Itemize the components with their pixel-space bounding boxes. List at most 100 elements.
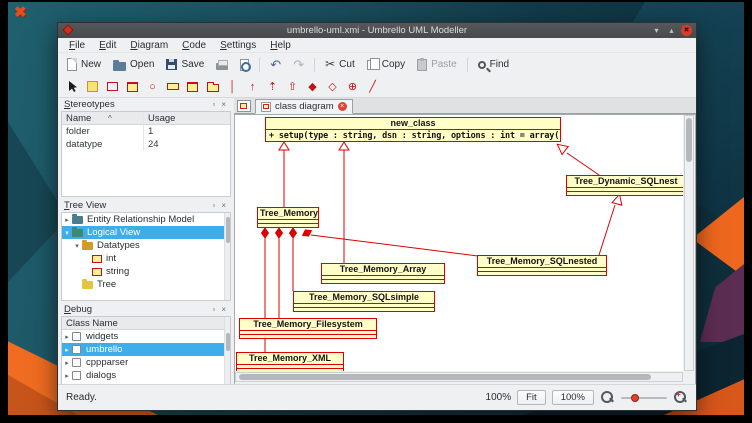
dependency-tool[interactable]: ⇡ [264, 79, 281, 95]
package-tool[interactable] [204, 79, 221, 95]
tree-item-string[interactable]: string [62, 265, 230, 278]
debug-item-umbrello[interactable]: ▸ umbrello [62, 343, 230, 356]
checkbox[interactable] [72, 345, 81, 354]
scrollbar-thumb[interactable] [239, 374, 651, 380]
class-name-header[interactable]: Class Name [62, 317, 230, 330]
copy-button[interactable]: Copy [362, 57, 410, 72]
debug-scrollbar[interactable] [224, 317, 230, 385]
tab-list-button[interactable] [237, 100, 251, 112]
tab-close-icon[interactable]: × [338, 102, 347, 111]
generalization-tool[interactable]: ⇧ [284, 79, 301, 95]
dock-float-icon[interactable]: ▫ [210, 201, 217, 210]
uml-class-tree-dynamic-sqlnest[interactable]: Tree_Dynamic_SQLnest [566, 175, 683, 196]
composition-tree-memory-sqlnested[interactable] [301, 228, 478, 256]
table-row[interactable]: folder 1 [62, 125, 230, 138]
fit-button[interactable]: Fit [517, 390, 546, 405]
uml-class-tree-memory-sqlsimple[interactable]: Tree_Memory_SQLsimple [293, 291, 435, 312]
menu-code[interactable]: Code [175, 40, 213, 51]
select-tool[interactable] [64, 79, 81, 95]
slider-handle[interactable] [631, 394, 639, 402]
directional-association-tool[interactable]: ↑ [244, 79, 261, 95]
stereotypes-dock-header[interactable]: Stereotypes ▫ × [61, 98, 231, 111]
maximize-button[interactable]: ▴ [666, 26, 677, 35]
box-tool[interactable] [104, 79, 121, 95]
association-tool[interactable]: │ [224, 79, 241, 95]
tree-view-dock-header[interactable]: Tree View ▫ × [61, 199, 231, 212]
aggregation-tool[interactable]: ◇ [324, 79, 341, 95]
table-row[interactable]: datatype 24 [62, 138, 230, 151]
horizontal-scrollbar[interactable] [235, 372, 683, 382]
debug-item-dialogs[interactable]: ▸ dialogs [62, 369, 230, 382]
titlebar[interactable]: umbrello-uml.xmi - Umbrello UML Modeller… [58, 23, 696, 38]
debug-item-widgets[interactable]: ▸ widgets [62, 330, 230, 343]
cut-button[interactable]: ✂ Cut [320, 56, 360, 73]
minimize-button[interactable]: ▾ [651, 26, 662, 35]
save-button[interactable]: Save [161, 57, 209, 72]
open-button[interactable]: Open [108, 57, 159, 73]
expander-icon[interactable]: ▸ [62, 333, 72, 341]
uml-class-tree-memory-xml[interactable]: Tree_Memory_XML [236, 352, 344, 371]
composition-tree-memory-filesystem[interactable] [276, 228, 283, 318]
scrollbar-thumb[interactable] [226, 217, 230, 243]
containment-tool[interactable]: ⊕ [344, 79, 361, 95]
interface-tool[interactable]: ○ [144, 79, 161, 95]
zoom-level-button[interactable]: 100% [552, 390, 594, 405]
class-tool[interactable] [124, 79, 141, 95]
tree-item-logical-view[interactable]: ▾ Logical View [62, 226, 230, 239]
tree-item-int[interactable]: int [62, 252, 230, 265]
zoom-slider[interactable] [621, 392, 667, 404]
tree-item-tree[interactable]: Tree [62, 278, 230, 291]
new-button[interactable]: New [62, 56, 106, 73]
dock-close-icon[interactable]: × [219, 100, 228, 109]
diagram-canvas[interactable]: new_class + setup(type : string, dsn : s… [235, 115, 683, 371]
tree-item-entity-relationship-model[interactable]: ▸ Entity Relationship Model [62, 213, 230, 226]
uml-class-tree-memory-sqlnested[interactable]: Tree_Memory_SQLnested [477, 255, 607, 276]
menu-settings[interactable]: Settings [213, 40, 263, 51]
tab-class-diagram[interactable]: class diagram × [255, 99, 353, 114]
dock-float-icon[interactable]: ▫ [210, 100, 217, 109]
dock-close-icon[interactable]: × [219, 305, 228, 314]
redo-button[interactable]: ↷ [288, 56, 309, 73]
line-tool[interactable]: ╱ [364, 79, 381, 95]
generalization-tree-memory-array-to-new-class[interactable] [339, 142, 349, 263]
menu-file[interactable]: File [62, 40, 92, 51]
generalization-tree-memory-to-new-class[interactable] [279, 142, 289, 207]
menu-diagram[interactable]: Diagram [123, 40, 175, 51]
composition-tool[interactable]: ◆ [304, 79, 321, 95]
debug-item-cppparser[interactable]: ▸ cppparser [62, 356, 230, 369]
uml-class-new-class[interactable]: new_class + setup(type : string, dsn : s… [265, 117, 561, 142]
debug-dock-header[interactable]: Debug ▫ × [61, 303, 231, 316]
vertical-scrollbar[interactable] [684, 115, 694, 371]
enum-tool[interactable] [184, 79, 201, 95]
expander-icon[interactable]: ▾ [72, 242, 82, 250]
uml-class-tree-memory-filesystem[interactable]: Tree_Memory_Filesystem [239, 318, 377, 339]
dock-float-icon[interactable]: ▫ [210, 305, 217, 314]
expander-icon[interactable]: ▸ [62, 346, 72, 354]
dock-close-icon[interactable]: × [219, 201, 228, 210]
menu-help[interactable]: Help [263, 40, 298, 51]
undo-button[interactable]: ↶ [265, 56, 286, 73]
table-header-row[interactable]: Name ^ Usage [62, 112, 230, 125]
expander-icon[interactable]: ▾ [62, 229, 72, 237]
zoom-out-button[interactable] [600, 390, 615, 405]
tree-item-datatypes[interactable]: ▾ Datatypes [62, 239, 230, 252]
uml-class-tree-memory[interactable]: Tree_Memory [257, 207, 319, 228]
print-preview-button[interactable] [235, 57, 254, 73]
column-name[interactable]: Name ^ [62, 112, 144, 124]
print-button[interactable] [211, 57, 233, 72]
zoom-in-button[interactable]: + [673, 390, 688, 405]
tree-scrollbar[interactable] [224, 213, 230, 300]
expander-icon[interactable]: ▸ [62, 216, 72, 224]
column-usage[interactable]: Usage [144, 112, 230, 124]
checkbox[interactable] [72, 358, 81, 367]
scrollbar-thumb[interactable] [226, 333, 230, 351]
scrollbar-thumb[interactable] [686, 118, 692, 162]
paste-button[interactable]: Paste [412, 57, 462, 73]
composition-tree-memory-sqlsimple[interactable] [290, 228, 297, 291]
find-button[interactable]: Find [473, 57, 514, 72]
generalization-tree-memory-sqlnested-to-tree-dynamic-sqlnest[interactable] [599, 193, 624, 255]
datatype-tool[interactable] [164, 79, 181, 95]
uml-class-tree-memory-array[interactable]: Tree_Memory_Array [321, 263, 445, 284]
close-button[interactable]: ✖ [681, 25, 692, 36]
expander-icon[interactable]: ▸ [62, 359, 72, 367]
